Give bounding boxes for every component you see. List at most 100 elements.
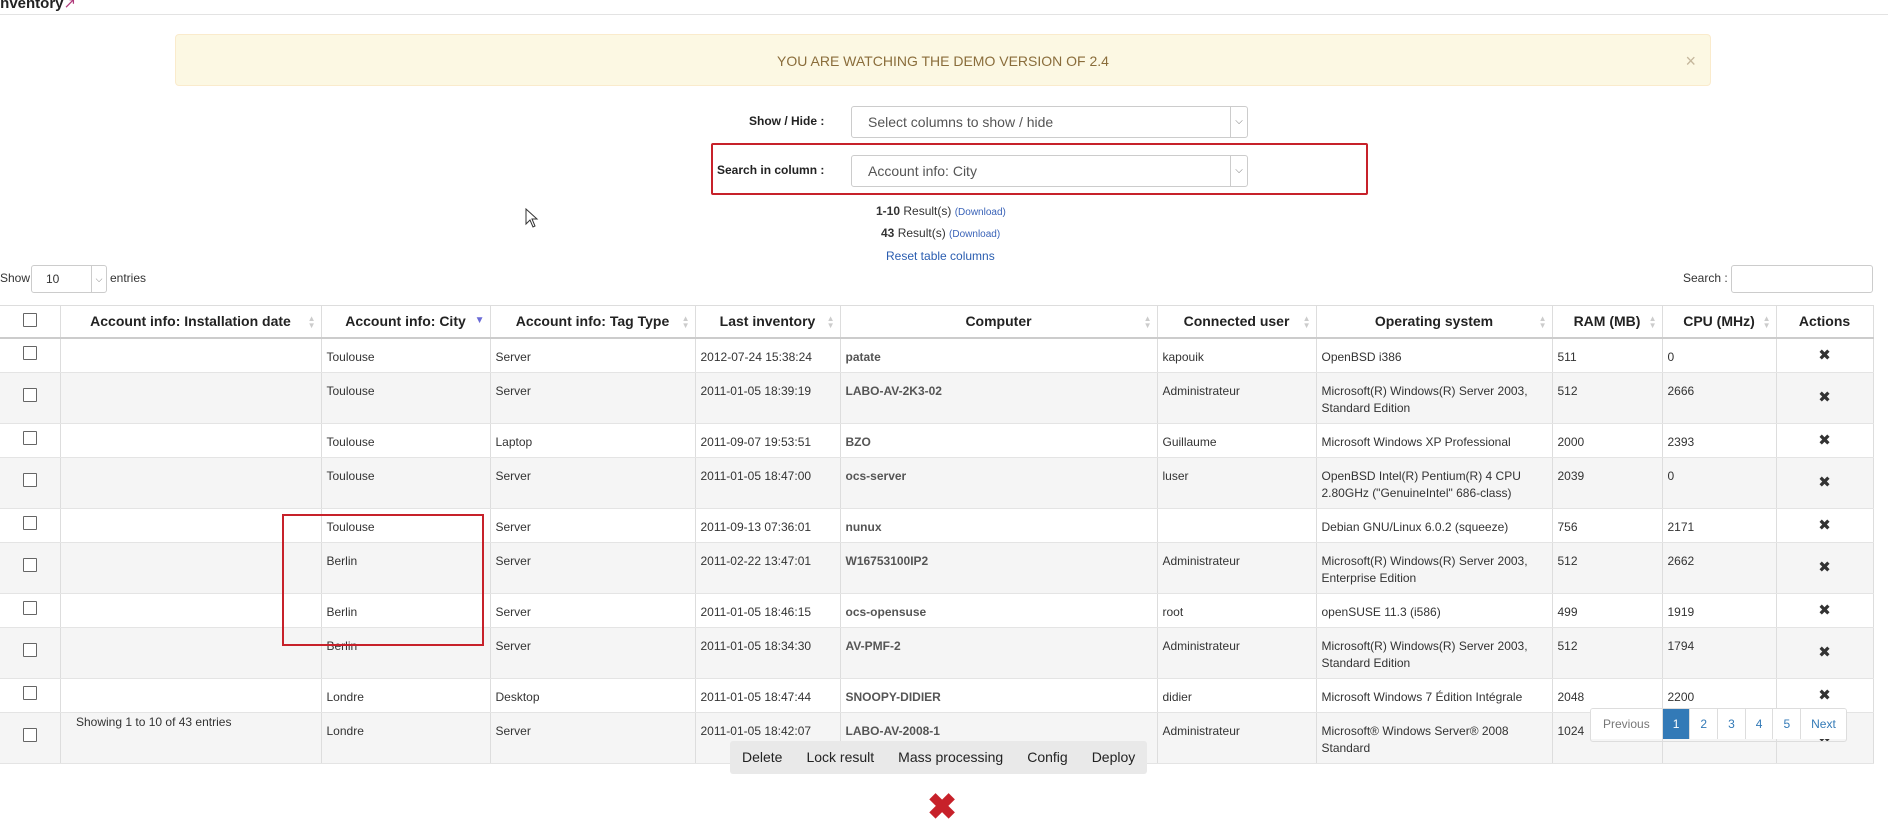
- deploy-button[interactable]: Deploy: [1080, 741, 1148, 774]
- search-input[interactable]: [1731, 265, 1873, 293]
- os-cell: Microsoft(R) Windows(R) Server 2003, Sta…: [1316, 627, 1553, 679]
- search-label: Search :: [1683, 271, 1728, 285]
- demo-alert: YOU ARE WATCHING THE DEMO VERSION OF 2.4…: [175, 34, 1711, 86]
- row-select-cell: [0, 508, 61, 543]
- pager-page-5[interactable]: 5: [1773, 709, 1802, 739]
- computer-cell[interactable]: ocs-opensuse: [840, 593, 1158, 628]
- tag-type-cell: Server: [490, 593, 696, 628]
- col-header-tag-type[interactable]: Account info: Tag Type ▲ ▼: [490, 305, 696, 339]
- showing-info: Showing 1 to 10 of 43 entries: [76, 715, 232, 729]
- close-red-icon[interactable]: ✖: [927, 789, 957, 825]
- col-header-last-inventory[interactable]: Last inventory ▲ ▼: [695, 305, 841, 339]
- row-checkbox[interactable]: [22, 558, 37, 572]
- row-checkbox[interactable]: [22, 515, 37, 530]
- computer-cell[interactable]: LABO-AV-2K3-02: [840, 372, 1158, 424]
- pagination: Previous 1 2 3 4 5 Next: [1590, 708, 1847, 742]
- mouse-cursor-icon: [525, 208, 539, 228]
- delete-button[interactable]: Delete: [730, 741, 794, 774]
- chevron-down-icon: ⌵: [1230, 156, 1247, 186]
- os-cell: Microsoft Windows XP Professional: [1316, 423, 1553, 458]
- select-all-checkbox[interactable]: [22, 312, 37, 327]
- col-header-installation-date[interactable]: Account info: Installation date ▲ ▼: [60, 305, 322, 339]
- col-header-operating-system[interactable]: Operating system ▲ ▼: [1316, 305, 1553, 339]
- computer-cell[interactable]: W16753100IP2: [840, 542, 1158, 594]
- connected-user-cell: luser: [1157, 457, 1317, 509]
- installation-date-cell: [60, 372, 322, 424]
- cpu-cell: 2171: [1662, 508, 1777, 543]
- download-page-link[interactable]: (Download): [955, 207, 1006, 218]
- table-row: Toulouse Server 2011-01-05 18:39:19 LABO-AV…: [0, 372, 1874, 424]
- top-bar: [0, 0, 1888, 15]
- table-row: Toulouse Server 2011-09-13 07:36:01 nunux De…: [0, 508, 1874, 543]
- delete-row-icon[interactable]: ✖: [1776, 542, 1874, 594]
- config-button[interactable]: Config: [1015, 741, 1079, 774]
- computer-cell[interactable]: nunux: [840, 508, 1158, 543]
- row-checkbox[interactable]: [22, 728, 37, 742]
- mass-processing-button[interactable]: Mass processing: [886, 741, 1015, 774]
- col-header-computer[interactable]: Computer ▲ ▼: [840, 305, 1158, 339]
- ram-cell: 756: [1552, 508, 1663, 543]
- connected-user-cell: [1157, 508, 1317, 543]
- last-inventory-cell: 2011-01-05 18:46:15: [695, 593, 841, 628]
- ram-cell: 2000: [1552, 423, 1663, 458]
- computer-cell[interactable]: patate: [840, 337, 1158, 373]
- installation-date-cell: [60, 678, 322, 713]
- search-column-select[interactable]: Account info: City ⌵: [851, 155, 1248, 187]
- delete-row-icon[interactable]: ✖: [1776, 337, 1874, 373]
- computer-cell[interactable]: ocs-server: [840, 457, 1158, 509]
- computer-cell[interactable]: BZO: [840, 423, 1158, 458]
- table-header-row: Account info: Installation date ▲ ▼ Accoun…: [0, 305, 1874, 339]
- entries-value: 10: [46, 272, 60, 286]
- col-header-actions: Actions: [1776, 305, 1874, 339]
- sort-icon: ▲ ▼: [1143, 314, 1152, 330]
- pager-page-3[interactable]: 3: [1718, 709, 1746, 739]
- col-header-connected-user[interactable]: Connected user ▲ ▼: [1157, 305, 1317, 339]
- alert-close-icon[interactable]: ×: [1685, 35, 1696, 87]
- tag-type-cell: Server: [490, 542, 696, 594]
- col-header-city[interactable]: Account info: City ▼: [321, 305, 491, 339]
- delete-row-icon[interactable]: ✖: [1776, 593, 1874, 628]
- city-cell: Toulouse: [321, 423, 491, 458]
- computer-cell[interactable]: SNOOPY-DIDIER: [840, 678, 1158, 713]
- pager-page-2[interactable]: 2: [1690, 709, 1719, 739]
- pager-page-4[interactable]: 4: [1745, 709, 1774, 739]
- col-header-cpu[interactable]: CPU (MHz) ▲ ▼: [1662, 305, 1777, 339]
- download-all-link[interactable]: (Download): [949, 229, 1000, 240]
- entries-select[interactable]: 10 ⌵: [31, 265, 107, 293]
- last-inventory-cell: 2011-09-13 07:36:01: [695, 508, 841, 543]
- row-select-cell: [0, 627, 61, 679]
- pager-previous[interactable]: Previous: [1591, 709, 1663, 739]
- row-checkbox[interactable]: [22, 600, 37, 615]
- row-checkbox[interactable]: [22, 345, 37, 360]
- computer-cell[interactable]: AV-PMF-2: [840, 627, 1158, 679]
- city-cell: Londre: [321, 712, 491, 764]
- last-inventory-cell: 2011-01-05 18:47:44: [695, 678, 841, 713]
- tag-type-cell: Server: [490, 712, 696, 764]
- tag-type-cell: Server: [490, 372, 696, 424]
- delete-row-icon[interactable]: ✖: [1776, 508, 1874, 543]
- cpu-cell: 0: [1662, 337, 1777, 373]
- delete-row-icon[interactable]: ✖: [1776, 627, 1874, 679]
- cpu-cell: 2662: [1662, 542, 1777, 594]
- delete-row-icon[interactable]: ✖: [1776, 678, 1874, 713]
- page-range: 1-10: [876, 204, 901, 218]
- row-checkbox[interactable]: [22, 473, 37, 487]
- table-row: Londre Desktop 2011-01-05 18:47:44 SNOOPY-D…: [0, 678, 1874, 713]
- search-column-value: Account info: City: [868, 163, 977, 179]
- app-logo[interactable]: inventory↗: [0, 0, 76, 12]
- delete-row-icon[interactable]: ✖: [1776, 457, 1874, 509]
- show-hide-select[interactable]: Select columns to show / hide ⌵: [851, 106, 1248, 138]
- lock-result-button[interactable]: Lock result: [794, 741, 886, 774]
- connected-user-cell: kapouik: [1157, 337, 1317, 373]
- pager-next[interactable]: Next: [1801, 709, 1846, 739]
- row-checkbox[interactable]: [22, 388, 37, 402]
- row-checkbox[interactable]: [22, 685, 37, 700]
- page-result-suffix: Result(s): [900, 204, 955, 218]
- delete-row-icon[interactable]: ✖: [1776, 423, 1874, 458]
- reset-columns-link[interactable]: Reset table columns: [886, 249, 995, 263]
- row-checkbox[interactable]: [22, 430, 37, 445]
- col-header-ram[interactable]: RAM (MB) ▲ ▼: [1552, 305, 1663, 339]
- delete-row-icon[interactable]: ✖: [1776, 372, 1874, 424]
- pager-page-1[interactable]: 1: [1662, 709, 1691, 739]
- row-checkbox[interactable]: [22, 643, 37, 657]
